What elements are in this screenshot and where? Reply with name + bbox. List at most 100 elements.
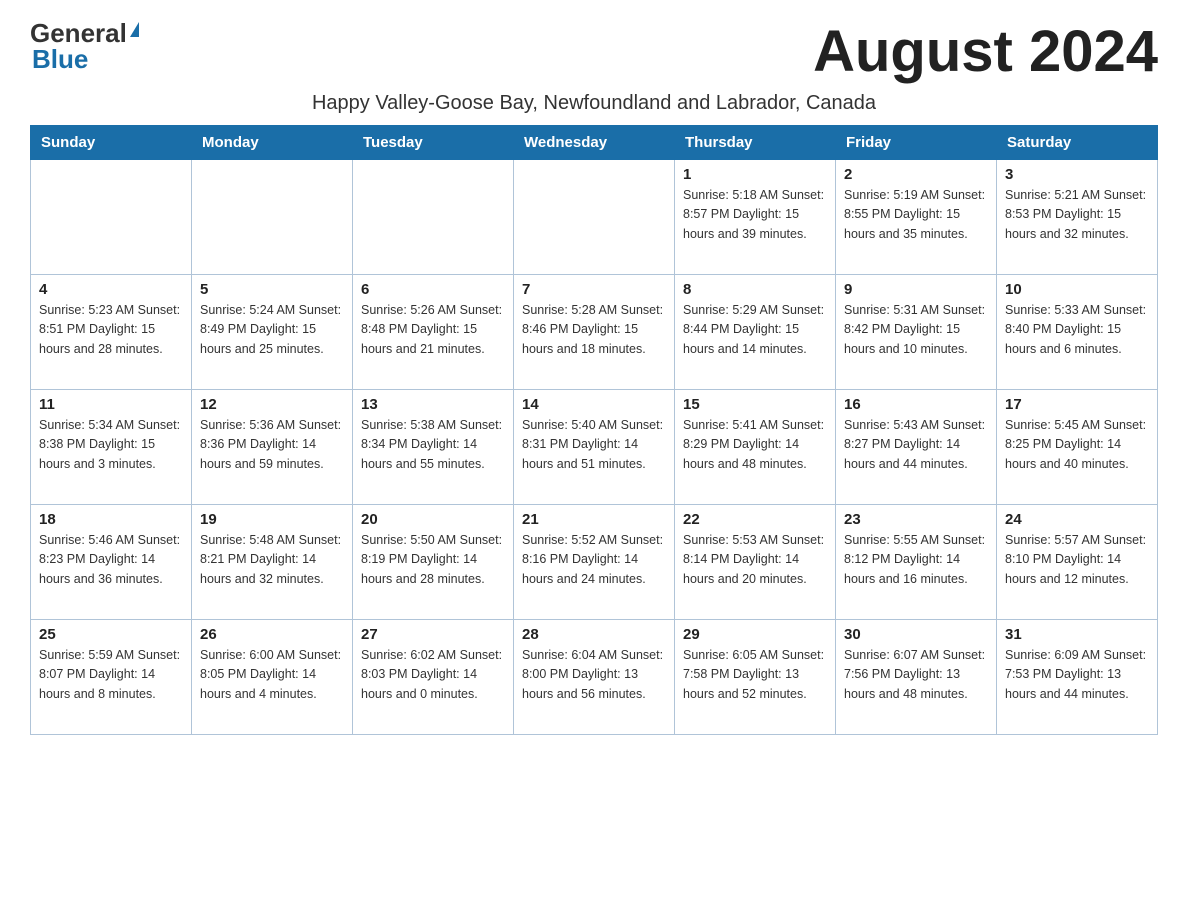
week-row-3: 11 Sunrise: 5:34 AM Sunset: 8:38 PM Dayli… — [31, 389, 1158, 504]
calendar-cell: 10 Sunrise: 5:33 AM Sunset: 8:40 PM Dayli… — [997, 274, 1158, 389]
day-number: 25 — [39, 626, 183, 643]
calendar-cell: 26Sunrise: 6:00 AM Sunset: 8:05 PM Dayli… — [192, 619, 353, 734]
calendar-cell: 25Sunrise: 5:59 AM Sunset: 8:07 PM Dayli… — [31, 619, 192, 734]
day-number: 4 — [39, 281, 183, 298]
day-info: Sunrise: 5:38 AM Sunset: 8:34 PM Dayligh… — [361, 416, 505, 474]
calendar-cell: 19Sunrise: 5:48 AM Sunset: 8:21 PM Dayli… — [192, 504, 353, 619]
day-info: Sunrise: 5:55 AM Sunset: 8:12 PM Dayligh… — [844, 531, 988, 589]
day-info: Sunrise: 5:33 AM Sunset: 8:40 PM Dayligh… — [1005, 301, 1149, 359]
day-info: Sunrise: 5:21 AM Sunset: 8:53 PM Dayligh… — [1005, 186, 1149, 244]
calendar-cell: 16Sunrise: 5:43 AM Sunset: 8:27 PM Dayli… — [836, 389, 997, 504]
day-info: Sunrise: 5:53 AM Sunset: 8:14 PM Dayligh… — [683, 531, 827, 589]
calendar-cell: 13 Sunrise: 5:38 AM Sunset: 8:34 PM Dayli… — [353, 389, 514, 504]
day-info: Sunrise: 5:19 AM Sunset: 8:55 PM Dayligh… — [844, 186, 988, 244]
day-number: 13 — [361, 396, 505, 413]
day-info: Sunrise: 5:46 AM Sunset: 8:23 PM Dayligh… — [39, 531, 183, 589]
day-info: Sunrise: 6:05 AM Sunset: 7:58 PM Dayligh… — [683, 646, 827, 704]
day-info: Sunrise: 5:24 AM Sunset: 8:49 PM Dayligh… — [200, 301, 344, 359]
day-number: 26 — [200, 626, 344, 643]
day-number: 17 — [1005, 396, 1149, 413]
day-info: Sunrise: 5:31 AM Sunset: 8:42 PM Dayligh… — [844, 301, 988, 359]
calendar-cell: 30 Sunrise: 6:07 AM Sunset: 7:56 PM Dayli… — [836, 619, 997, 734]
calendar-cell: 18 Sunrise: 5:46 AM Sunset: 8:23 PM Dayli… — [31, 504, 192, 619]
calendar-cell: 3 Sunrise: 5:21 AM Sunset: 8:53 PM Daylig… — [997, 159, 1158, 274]
day-info: Sunrise: 5:29 AM Sunset: 8:44 PM Dayligh… — [683, 301, 827, 359]
calendar-cell — [31, 159, 192, 274]
day-number: 22 — [683, 511, 827, 528]
day-info: Sunrise: 5:26 AM Sunset: 8:48 PM Dayligh… — [361, 301, 505, 359]
day-number: 30 — [844, 626, 988, 643]
calendar-cell: 5 Sunrise: 5:24 AM Sunset: 8:49 PM Daylig… — [192, 274, 353, 389]
day-number: 21 — [522, 511, 666, 528]
day-info: Sunrise: 5:52 AM Sunset: 8:16 PM Dayligh… — [522, 531, 666, 589]
calendar-cell — [192, 159, 353, 274]
calendar-cell: 9Sunrise: 5:31 AM Sunset: 8:42 PM Daylig… — [836, 274, 997, 389]
logo-general-text: General — [30, 20, 127, 46]
day-number: 7 — [522, 281, 666, 298]
day-info: Sunrise: 5:41 AM Sunset: 8:29 PM Dayligh… — [683, 416, 827, 474]
calendar-header-tuesday: Tuesday — [353, 125, 514, 159]
day-info: Sunrise: 5:57 AM Sunset: 8:10 PM Dayligh… — [1005, 531, 1149, 589]
day-info: Sunrise: 6:04 AM Sunset: 8:00 PM Dayligh… — [522, 646, 666, 704]
logo: General Blue — [30, 20, 139, 72]
calendar-cell: 12 Sunrise: 5:36 AM Sunset: 8:36 PM Dayli… — [192, 389, 353, 504]
page-header: General Blue August 2024 — [30, 20, 1158, 84]
week-row-5: 25Sunrise: 5:59 AM Sunset: 8:07 PM Dayli… — [31, 619, 1158, 734]
calendar-table: SundayMondayTuesdayWednesdayThursdayFrid… — [30, 125, 1158, 735]
calendar-cell: 14Sunrise: 5:40 AM Sunset: 8:31 PM Dayli… — [514, 389, 675, 504]
day-info: Sunrise: 6:07 AM Sunset: 7:56 PM Dayligh… — [844, 646, 988, 704]
calendar-cell: 15 Sunrise: 5:41 AM Sunset: 8:29 PM Dayli… — [675, 389, 836, 504]
day-number: 6 — [361, 281, 505, 298]
week-row-2: 4Sunrise: 5:23 AM Sunset: 8:51 PM Daylig… — [31, 274, 1158, 389]
logo-blue-text: Blue — [32, 46, 88, 72]
calendar-cell: 23 Sunrise: 5:55 AM Sunset: 8:12 PM Dayli… — [836, 504, 997, 619]
calendar-cell: 11 Sunrise: 5:34 AM Sunset: 8:38 PM Dayli… — [31, 389, 192, 504]
day-info: Sunrise: 5:34 AM Sunset: 8:38 PM Dayligh… — [39, 416, 183, 474]
day-info: Sunrise: 5:28 AM Sunset: 8:46 PM Dayligh… — [522, 301, 666, 359]
day-number: 18 — [39, 511, 183, 528]
day-info: Sunrise: 5:48 AM Sunset: 8:21 PM Dayligh… — [200, 531, 344, 589]
day-info: Sunrise: 5:45 AM Sunset: 8:25 PM Dayligh… — [1005, 416, 1149, 474]
day-number: 24 — [1005, 511, 1149, 528]
day-number: 10 — [1005, 281, 1149, 298]
calendar-subtitle: Happy Valley-Goose Bay, Newfoundland and… — [30, 92, 1158, 115]
calendar-cell: 31 Sunrise: 6:09 AM Sunset: 7:53 PM Dayli… — [997, 619, 1158, 734]
day-info: Sunrise: 5:36 AM Sunset: 8:36 PM Dayligh… — [200, 416, 344, 474]
day-number: 29 — [683, 626, 827, 643]
day-number: 16 — [844, 396, 988, 413]
day-number: 27 — [361, 626, 505, 643]
day-number: 3 — [1005, 166, 1149, 183]
calendar-cell: 22 Sunrise: 5:53 AM Sunset: 8:14 PM Dayli… — [675, 504, 836, 619]
calendar-header-monday: Monday — [192, 125, 353, 159]
week-row-4: 18 Sunrise: 5:46 AM Sunset: 8:23 PM Dayli… — [31, 504, 1158, 619]
calendar-cell: 20Sunrise: 5:50 AM Sunset: 8:19 PM Dayli… — [353, 504, 514, 619]
calendar-cell: 4Sunrise: 5:23 AM Sunset: 8:51 PM Daylig… — [31, 274, 192, 389]
day-number: 8 — [683, 281, 827, 298]
day-info: Sunrise: 6:09 AM Sunset: 7:53 PM Dayligh… — [1005, 646, 1149, 704]
calendar-header-wednesday: Wednesday — [514, 125, 675, 159]
calendar-cell: 2 Sunrise: 5:19 AM Sunset: 8:55 PM Daylig… — [836, 159, 997, 274]
day-number: 12 — [200, 396, 344, 413]
calendar-cell: 17 Sunrise: 5:45 AM Sunset: 8:25 PM Dayli… — [997, 389, 1158, 504]
day-info: Sunrise: 5:18 AM Sunset: 8:57 PM Dayligh… — [683, 186, 827, 244]
day-number: 28 — [522, 626, 666, 643]
calendar-cell — [514, 159, 675, 274]
week-row-1: 1Sunrise: 5:18 AM Sunset: 8:57 PM Daylig… — [31, 159, 1158, 274]
day-number: 11 — [39, 396, 183, 413]
calendar-cell: 7 Sunrise: 5:28 AM Sunset: 8:46 PM Daylig… — [514, 274, 675, 389]
day-info: Sunrise: 5:40 AM Sunset: 8:31 PM Dayligh… — [522, 416, 666, 474]
day-number: 31 — [1005, 626, 1149, 643]
calendar-header-friday: Friday — [836, 125, 997, 159]
day-number: 20 — [361, 511, 505, 528]
logo-triangle-icon — [130, 22, 139, 37]
calendar-header-sunday: Sunday — [31, 125, 192, 159]
day-number: 15 — [683, 396, 827, 413]
calendar-cell: 6 Sunrise: 5:26 AM Sunset: 8:48 PM Daylig… — [353, 274, 514, 389]
day-number: 2 — [844, 166, 988, 183]
day-number: 23 — [844, 511, 988, 528]
calendar-cell: 28 Sunrise: 6:04 AM Sunset: 8:00 PM Dayli… — [514, 619, 675, 734]
calendar-cell: 21 Sunrise: 5:52 AM Sunset: 8:16 PM Dayli… — [514, 504, 675, 619]
day-number: 5 — [200, 281, 344, 298]
calendar-cell — [353, 159, 514, 274]
calendar-header-thursday: Thursday — [675, 125, 836, 159]
